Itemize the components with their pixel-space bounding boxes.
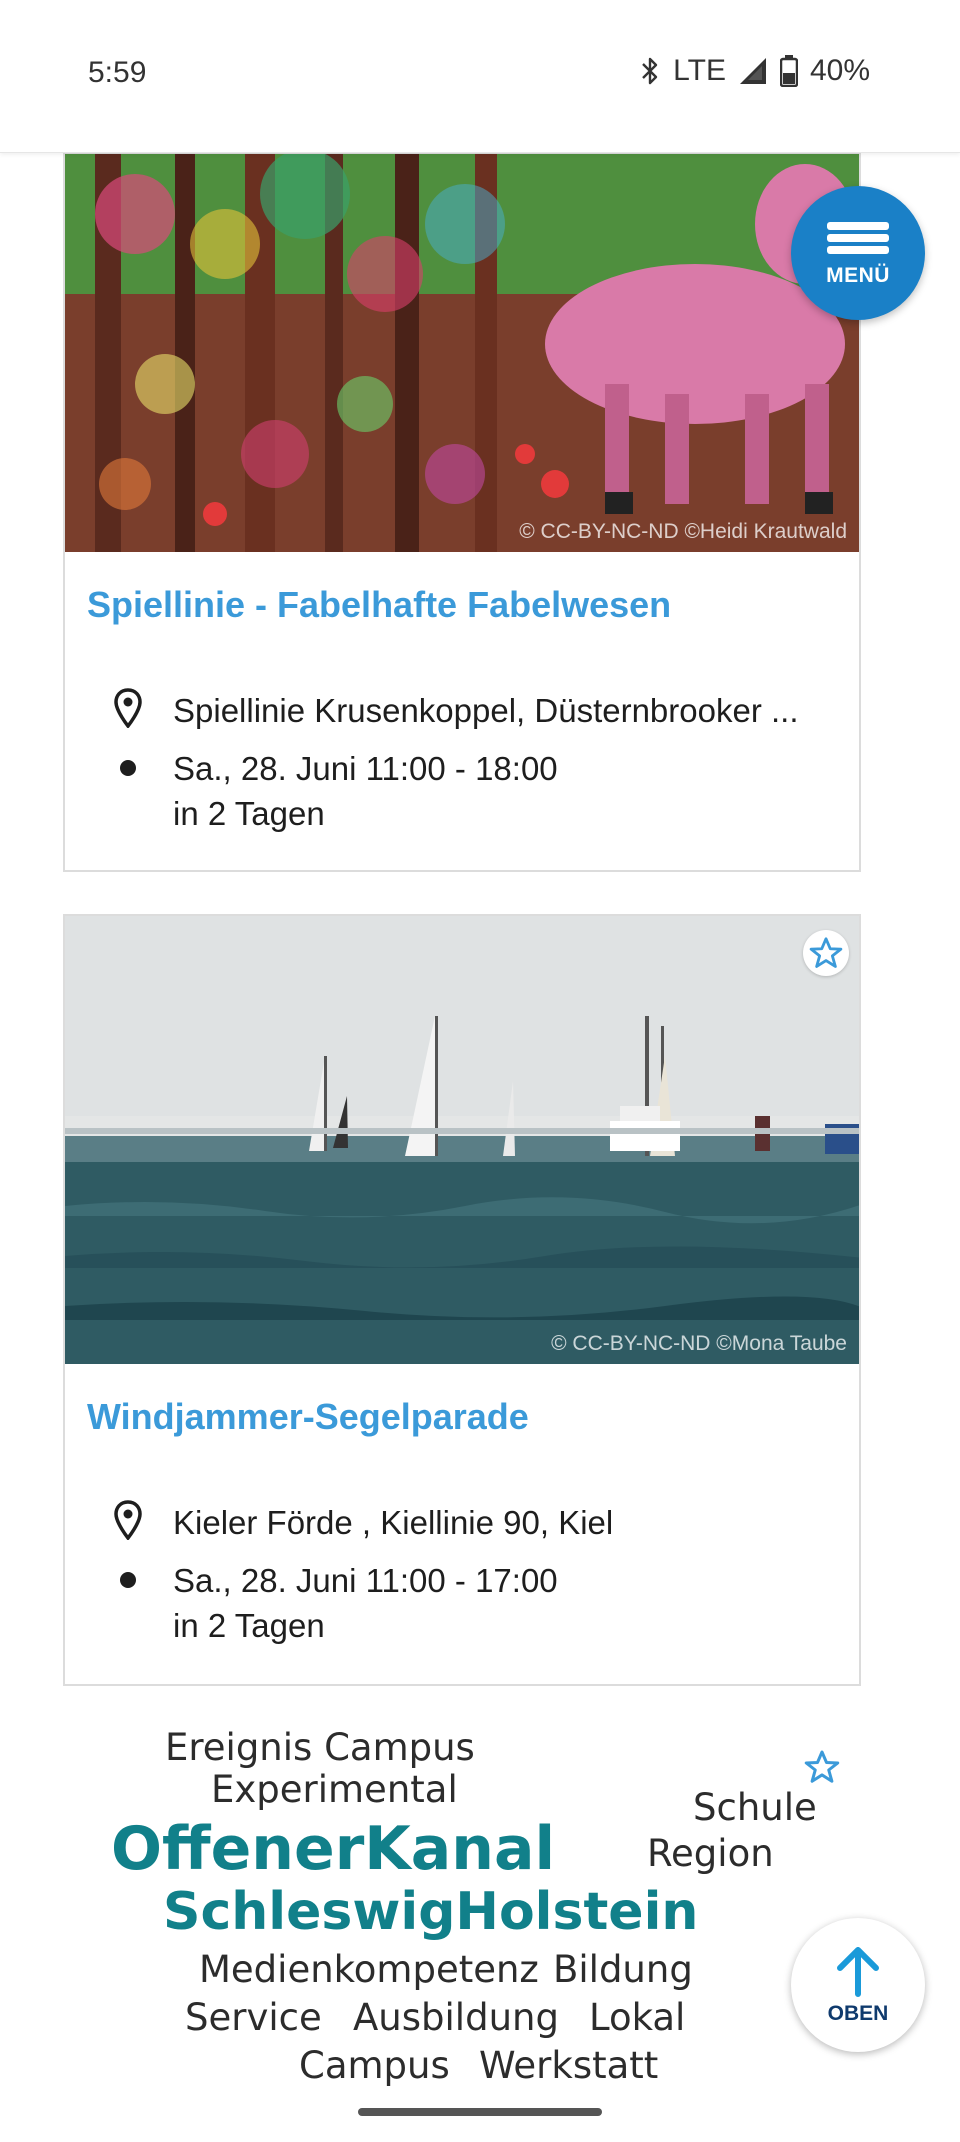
hamburger-icon	[827, 218, 889, 258]
event-title[interactable]: Windjammer-Segelparade	[87, 1396, 529, 1438]
home-indicator[interactable]	[358, 2108, 602, 2116]
event-title[interactable]: Spiellinie - Fabelhafte Fabelwesen	[87, 584, 671, 626]
wordcloud-word: Medienkompetenz	[199, 1948, 539, 1991]
event-location: Spiellinie Krusenkoppel, Düsternbrooker …	[105, 688, 799, 733]
event-date: Sa., 28. Juni 11:00 - 17:00 in 2 Tagen	[105, 1558, 558, 1648]
wordcloud-word: Region	[647, 1832, 774, 1875]
wordcloud-word: Werkstatt	[479, 2044, 659, 2087]
date-text: Sa., 28. Juni 11:00 - 17:00	[173, 1562, 558, 1599]
event-location: Kieler Förde , Kiellinie 90, Kiel	[105, 1500, 613, 1545]
location-text: Kieler Förde , Kiellinie 90, Kiel	[173, 1504, 614, 1541]
relative-date-text: in 2 Tagen	[173, 1607, 325, 1644]
wordcloud-word: Service	[185, 1996, 322, 2039]
network-label: LTE	[673, 54, 726, 87]
wordcloud-word: Campus	[299, 2044, 450, 2087]
wordcloud-word: Bildung	[553, 1948, 693, 1991]
bluetooth-icon	[639, 56, 661, 86]
date-text: Sa., 28. Juni 11:00 - 18:00	[173, 750, 558, 787]
wordcloud-word: Experimental	[211, 1768, 458, 1811]
favorite-button[interactable]	[803, 930, 849, 976]
menu-button[interactable]: MENÜ	[791, 186, 925, 320]
wordcloud-word: SchleswigHolstein	[163, 1882, 699, 1942]
battery-icon	[779, 55, 798, 87]
back-to-top-button[interactable]: OBEN	[791, 1918, 925, 2052]
relative-date-text: in 2 Tagen	[173, 795, 325, 832]
wordcloud-word: Schule	[693, 1786, 817, 1829]
favorite-button[interactable]	[799, 1744, 845, 1790]
wordcloud-word: OffenerKanal	[111, 1814, 556, 1884]
status-indicators: LTE 40%	[639, 54, 870, 88]
status-bar: 5:59 LTE 40%	[0, 0, 960, 153]
back-to-top-label: OBEN	[827, 2002, 889, 2025]
wordcloud-word: Ereignis Campus	[165, 1726, 475, 1769]
wordcloud-word: Ausbildung	[353, 1996, 559, 2039]
event-image: © CC-BY-NC-ND ©Mona Taube	[65, 916, 859, 1364]
star-icon	[804, 1750, 840, 1783]
event-card[interactable]: © CC-BY-NC-ND ©Mona Taube Windjammer-Seg…	[63, 914, 861, 1686]
status-time: 5:59	[88, 56, 147, 89]
event-image: © CC-BY-NC-ND ©Heidi Krautwald	[65, 154, 859, 552]
battery-percent: 40%	[809, 54, 870, 87]
menu-label: MENÜ	[826, 264, 890, 287]
location-text: Spiellinie Krusenkoppel, Düsternbrooker …	[173, 692, 799, 729]
bullet-icon	[105, 746, 151, 791]
offener-kanal-wordcloud[interactable]: Ereignis Campus Experimental Schule Offe…	[63, 1710, 861, 2090]
image-credit: © CC-BY-NC-ND ©Mona Taube	[551, 1332, 847, 1355]
wordcloud-word: Lokal	[589, 1996, 686, 2039]
location-pin-icon	[105, 688, 151, 728]
signal-icon	[738, 56, 768, 86]
event-card[interactable]: © CC-BY-NC-ND ©Heidi Krautwald Spiellini…	[63, 152, 861, 872]
event-date: Sa., 28. Juni 11:00 - 18:00 in 2 Tagen	[105, 746, 558, 836]
image-credit: © CC-BY-NC-ND ©Heidi Krautwald	[519, 520, 847, 543]
location-pin-icon	[105, 1500, 151, 1540]
star-icon	[809, 937, 843, 968]
arrow-up-icon	[837, 1947, 879, 1997]
bullet-icon	[105, 1558, 151, 1603]
